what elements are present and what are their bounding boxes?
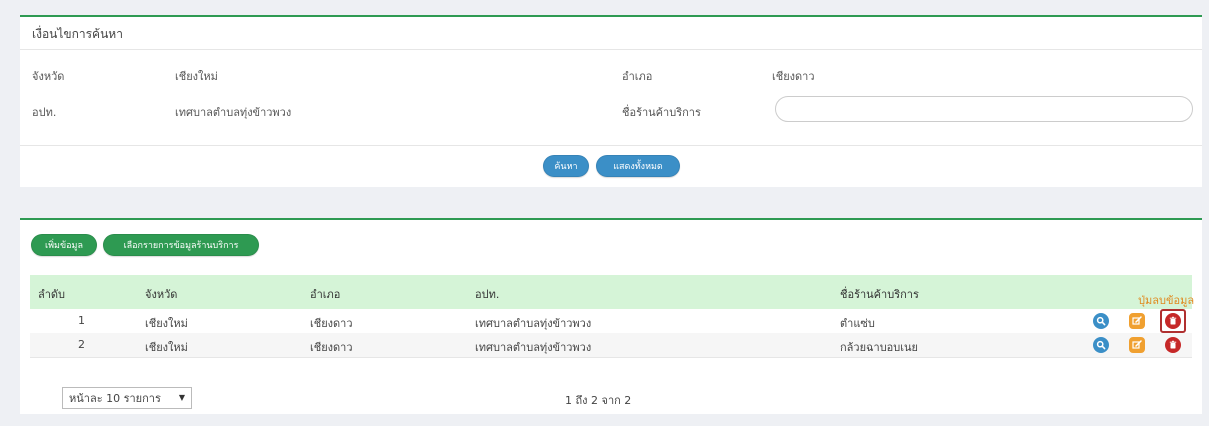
column-header-no: ลำดับ: [38, 288, 66, 301]
row-province: เชียงใหม่: [145, 317, 188, 330]
column-header-district: อำเภอ: [310, 288, 341, 301]
lao-label: อปท.: [32, 106, 57, 119]
edit-icon: [1132, 340, 1142, 349]
pagination-info: 1 ถึง 2 จาก 2: [565, 394, 632, 407]
view-button[interactable]: [1093, 337, 1109, 353]
shop-name-label: ชื่อร้านค้าบริการ: [622, 106, 701, 119]
province-label: จังหวัด: [32, 70, 65, 83]
search-panel-title: เงื่อนไขการค้นหา: [32, 27, 123, 41]
table-header: ลำดับ จังหวัด อำเภอ อปท. ชื่อร้านค้าบริก…: [30, 275, 1192, 309]
page-size-value: หน้าละ 10 รายการ: [69, 392, 161, 405]
search-icon: [1096, 316, 1106, 326]
district-value: เชียงดาว: [772, 70, 815, 83]
page-margin: [1202, 0, 1209, 426]
add-data-button[interactable]: เพิ่มข้อมูล: [31, 234, 97, 256]
edit-button[interactable]: [1129, 337, 1145, 353]
column-header-province: จังหวัด: [145, 288, 178, 301]
edit-button[interactable]: [1129, 313, 1145, 329]
view-button[interactable]: [1093, 313, 1109, 329]
choose-shop-list-button[interactable]: เลือกรายการข้อมูลร้านบริการ: [103, 234, 259, 256]
delete-button[interactable]: [1165, 313, 1181, 329]
trash-icon: [1169, 316, 1177, 325]
row-lao: เทศบาลตำบลทุ่งข้าวพวง: [475, 341, 592, 354]
delete-callout-label: ปุ่มลบข้อมูล: [1138, 294, 1195, 307]
column-header-shop: ชื่อร้านค้าบริการ: [840, 288, 919, 301]
district-label: อำเภอ: [622, 70, 653, 83]
search-criteria-panel: เงื่อนไขการค้นหา จังหวัด เชียงใหม่ อำเภอ…: [20, 15, 1202, 187]
row-shop-name: ตำแซ่บ: [840, 317, 875, 330]
results-panel: เพิ่มข้อมูล เลือกรายการข้อมูลร้านบริการ …: [20, 218, 1202, 414]
province-value: เชียงใหม่: [175, 70, 218, 83]
delete-button[interactable]: [1165, 337, 1181, 353]
page-size-select[interactable]: หน้าละ 10 รายการ ▼: [62, 387, 192, 409]
table-row: 1 เชียงใหม่ เชียงดาว เทศบาลตำบลทุ่งข้าวพ…: [30, 309, 1192, 333]
show-all-button[interactable]: แสดงทั้งหมด: [596, 155, 680, 177]
row-lao: เทศบาลตำบลทุ่งข้าวพวง: [475, 317, 592, 330]
search-button[interactable]: ค้นหา: [543, 155, 589, 177]
edit-icon: [1132, 316, 1142, 325]
column-header-lao: อปท.: [475, 288, 500, 301]
shop-name-input[interactable]: [775, 96, 1193, 122]
divider: [20, 49, 1202, 50]
lao-value: เทศบาลตำบลทุ่งข้าวพวง: [175, 106, 292, 119]
row-shop-name: กล้วยฉาบอบเนย: [840, 341, 918, 354]
row-district: เชียงดาว: [310, 341, 353, 354]
divider: [30, 357, 1192, 358]
table-row: 2 เชียงใหม่ เชียงดาว เทศบาลตำบลทุ่งข้าวพ…: [30, 333, 1192, 357]
trash-icon: [1169, 340, 1177, 349]
search-icon: [1096, 340, 1106, 350]
row-number: 1: [78, 314, 85, 327]
row-number: 2: [78, 338, 85, 351]
row-province: เชียงใหม่: [145, 341, 188, 354]
divider: [20, 145, 1202, 146]
chevron-down-icon: ▼: [178, 393, 185, 402]
row-district: เชียงดาว: [310, 317, 353, 330]
